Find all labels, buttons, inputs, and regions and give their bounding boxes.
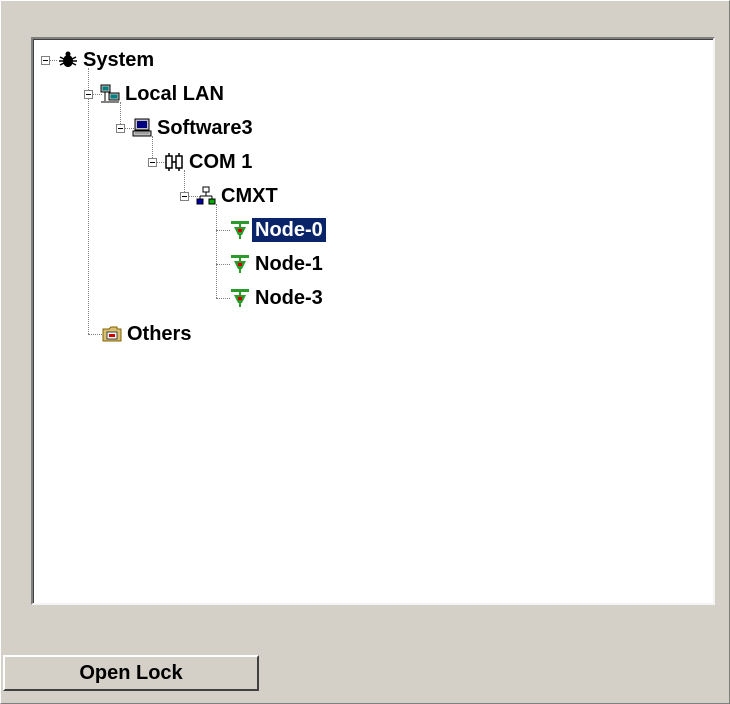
tree-line xyxy=(216,264,230,265)
tree-item-node-1[interactable]: Node-1 xyxy=(252,252,326,276)
collapse-toggle-system[interactable] xyxy=(41,56,50,65)
tree-item-node-3[interactable]: Node-3 xyxy=(252,286,326,310)
tree-item-others[interactable]: Others xyxy=(124,322,194,346)
node-device-icon xyxy=(231,289,249,307)
collapse-toggle-software3[interactable] xyxy=(116,124,125,133)
tree-item-system[interactable]: System xyxy=(80,48,157,72)
folder-icon xyxy=(102,326,122,342)
tree-item-cmxt[interactable]: CMXT xyxy=(218,184,281,208)
tree-line xyxy=(49,60,57,61)
tree-item-software3[interactable]: Software3 xyxy=(154,116,256,140)
tree-line xyxy=(216,230,230,231)
tree-line xyxy=(88,334,102,335)
tree-line xyxy=(88,68,89,334)
serial-port-icon xyxy=(165,153,183,171)
tree-line xyxy=(216,204,217,298)
tree-item-local-lan[interactable]: Local LAN xyxy=(122,82,227,106)
collapse-toggle-local-lan[interactable] xyxy=(84,90,93,99)
tree-content: System Local LAN Software3 COM 1 CMXT No… xyxy=(33,39,713,603)
collapse-toggle-com1[interactable] xyxy=(148,158,157,167)
node-device-icon xyxy=(231,255,249,273)
hierarchy-network-icon xyxy=(196,186,216,205)
tree-line xyxy=(216,298,230,299)
tree-item-com1[interactable]: COM 1 xyxy=(186,150,255,174)
tree-item-node-0[interactable]: Node-0 xyxy=(251,217,327,243)
device-tree[interactable]: System Local LAN Software3 COM 1 CMXT No… xyxy=(31,37,715,605)
network-computers-icon xyxy=(100,84,120,103)
computer-icon xyxy=(132,118,152,137)
open-lock-button[interactable]: Open Lock xyxy=(3,655,259,691)
bug-icon xyxy=(59,51,77,67)
node-device-icon xyxy=(231,221,249,239)
collapse-toggle-cmxt[interactable] xyxy=(180,192,189,201)
window-frame: System Local LAN Software3 COM 1 CMXT No… xyxy=(0,0,730,704)
